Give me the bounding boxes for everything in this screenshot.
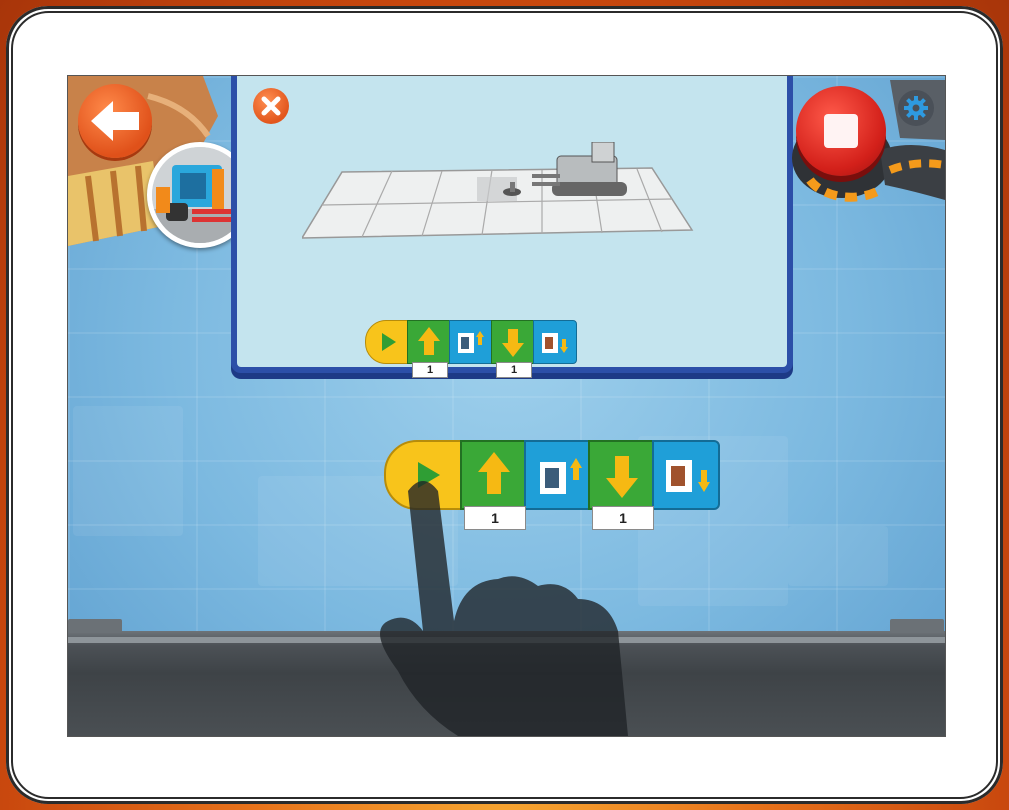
arrow-down-icon bbox=[502, 329, 524, 357]
rail-clip bbox=[68, 619, 122, 633]
settings-button[interactable] bbox=[898, 90, 934, 126]
background-panel bbox=[73, 406, 183, 536]
arrow-up-icon bbox=[418, 327, 440, 355]
rail-clip bbox=[890, 619, 944, 633]
play-icon bbox=[382, 333, 396, 351]
background-panel bbox=[788, 526, 888, 586]
back-button[interactable] bbox=[78, 84, 152, 158]
app-screen: 1 1 1 1 bbox=[67, 75, 946, 737]
tutorial-backward-block bbox=[491, 320, 535, 364]
stop-button[interactable] bbox=[796, 86, 886, 176]
stop-control bbox=[790, 80, 945, 210]
grid-mat-illustration bbox=[302, 142, 694, 239]
tutorial-forward-block bbox=[407, 320, 451, 364]
pointing-hand-hint bbox=[380, 481, 628, 736]
tutorial-start-block bbox=[365, 320, 409, 364]
tutorial-forkdown-block bbox=[533, 320, 577, 364]
gear-icon bbox=[904, 96, 928, 120]
close-tutorial-button[interactable] bbox=[253, 88, 289, 124]
tutorial-forward-steps: 1 bbox=[412, 362, 448, 378]
tutorial-forkup-block bbox=[449, 320, 493, 364]
arrow-left-icon bbox=[91, 101, 139, 141]
tutorial-backward-steps: 1 bbox=[496, 362, 532, 378]
close-icon bbox=[261, 96, 281, 116]
tutorial-panel: 1 1 bbox=[231, 76, 793, 378]
forklift-up-icon bbox=[458, 331, 484, 353]
stop-icon bbox=[824, 114, 858, 148]
forklift-down-icon bbox=[542, 333, 568, 353]
